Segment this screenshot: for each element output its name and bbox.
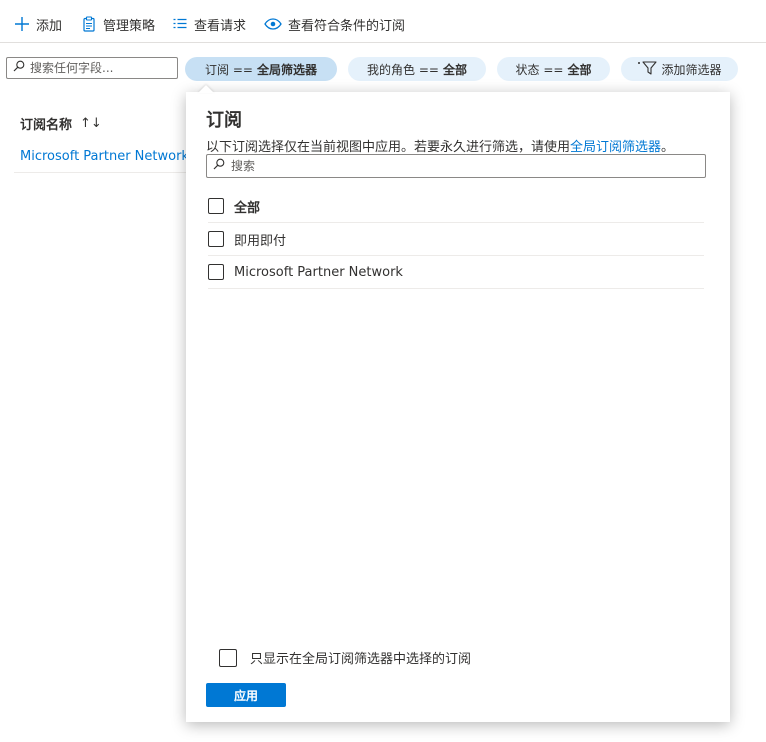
popup-search-box[interactable] xyxy=(206,154,706,178)
checkbox[interactable] xyxy=(208,231,224,247)
view-eligible-button[interactable]: 查看符合条件的订阅 xyxy=(264,14,405,34)
search-icon xyxy=(13,60,25,76)
add-button[interactable]: 添加 xyxy=(14,14,62,34)
command-bar: 添加 管理策略 查看请求 查看符合条件的订阅 xyxy=(0,0,766,43)
status-filter-value: 全部 xyxy=(567,62,592,77)
list-icon xyxy=(172,16,188,32)
subscription-filter-popup: 订阅 以下订阅选择仅在当前视图中应用。若要永久进行筛选，请使用全局订阅筛选器。 … xyxy=(186,92,730,722)
status-filter-pill[interactable]: 状态 == 全部 xyxy=(497,57,610,81)
popup-caret xyxy=(198,85,214,93)
filter-add-icon xyxy=(637,60,658,79)
popup-description: 以下订阅选择仅在当前视图中应用。若要永久进行筛选，请使用全局订阅筛选器。 xyxy=(206,136,674,155)
table-row-link[interactable]: Microsoft Partner Network xyxy=(20,149,189,164)
role-filter-pill[interactable]: 我的角色 == 全部 xyxy=(348,57,486,81)
row-divider xyxy=(14,172,204,173)
checkbox[interactable] xyxy=(208,264,224,280)
subscription-filter-key: 订阅 == xyxy=(205,62,253,77)
global-filter-link[interactable]: 全局订阅筛选器 xyxy=(570,140,661,155)
plus-icon xyxy=(14,16,30,32)
subscription-filter-value: 全局筛选器 xyxy=(256,62,317,77)
view-eligible-label: 查看符合条件的订阅 xyxy=(288,18,406,34)
role-filter-key: 我的角色 == xyxy=(367,62,439,77)
column-header-label: 订阅名称 xyxy=(20,118,73,133)
option-label: Microsoft Partner Network xyxy=(234,264,403,280)
popup-description-end: 。 xyxy=(661,140,675,155)
role-filter-value: 全部 xyxy=(442,62,467,77)
search-icon xyxy=(213,158,225,174)
option-microsoft-partner-network[interactable]: Microsoft Partner Network xyxy=(208,256,704,289)
subscription-filter-pill[interactable]: 订阅 == 全局筛选器 xyxy=(185,57,337,81)
search-input-box[interactable] xyxy=(6,57,178,79)
option-pay-as-you-go[interactable]: 即用即付 xyxy=(208,223,704,256)
view-requests-label: 查看请求 xyxy=(194,18,247,34)
option-label: 即用即付 xyxy=(234,233,287,249)
sort-icon[interactable]: ↑↓ xyxy=(80,116,102,131)
only-global-label: 只显示在全局订阅筛选器中选择的订阅 xyxy=(250,652,472,667)
only-global-checkbox[interactable] xyxy=(219,648,237,667)
option-all[interactable]: 全部 xyxy=(208,190,704,223)
manage-policy-label: 管理策略 xyxy=(103,18,156,34)
add-filter-button[interactable]: 添加筛选器 xyxy=(621,57,738,81)
option-label: 全部 xyxy=(234,200,261,216)
view-requests-button[interactable]: 查看请求 xyxy=(172,14,246,34)
checkbox[interactable] xyxy=(208,198,224,214)
only-global-checkbox-row[interactable]: 只显示在全局订阅筛选器中选择的订阅 xyxy=(206,648,471,667)
search-input[interactable] xyxy=(30,61,170,75)
popup-description-text: 以下订阅选择仅在当前视图中应用。若要永久进行筛选，请使用 xyxy=(206,140,571,155)
clipboard-icon xyxy=(81,16,97,32)
eye-icon xyxy=(264,16,282,32)
column-header-subscription-name[interactable]: 订阅名称 ↑↓ xyxy=(20,114,102,133)
popup-title: 订阅 xyxy=(206,110,242,131)
popup-search-input[interactable] xyxy=(231,159,691,173)
status-filter-key: 状态 == xyxy=(515,62,564,77)
add-filter-label: 添加筛选器 xyxy=(661,62,722,77)
add-label: 添加 xyxy=(36,18,63,34)
apply-button[interactable]: 应用 xyxy=(206,683,286,707)
manage-policy-button[interactable]: 管理策略 xyxy=(81,14,155,34)
